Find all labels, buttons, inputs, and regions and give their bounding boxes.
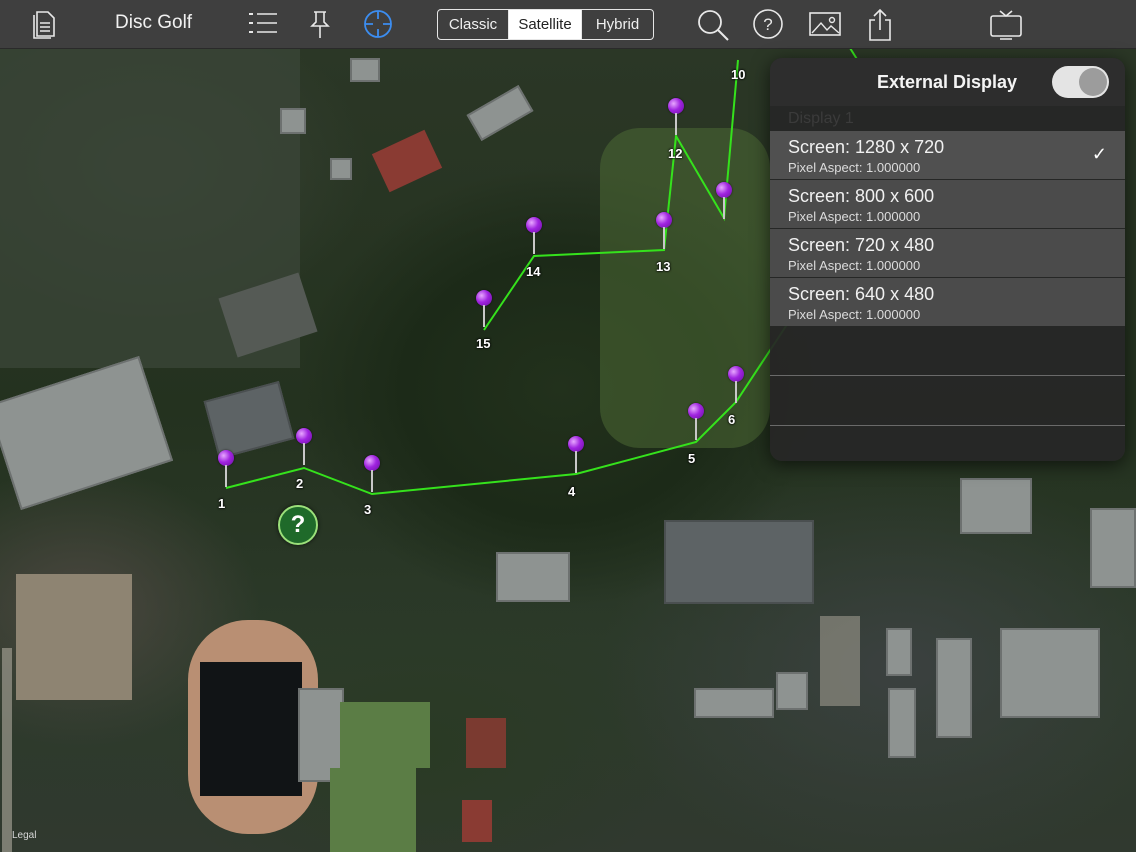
building [1000,628,1100,718]
checklist-icon[interactable] [246,8,278,40]
hole-pin-3[interactable] [364,455,380,495]
mode-screen: Screen: 800 x 600 [788,186,935,206]
grass-field [340,702,430,768]
hole-pin-6[interactable] [728,366,744,406]
display-mode-row[interactable]: Screen: 800 x 600 Pixel Aspect: 1.000000 [770,180,1125,228]
hole-pin-12[interactable] [668,98,684,138]
hole-label-14: 14 [526,264,541,279]
empty-row [770,377,1125,426]
building [960,478,1032,534]
building [496,552,570,602]
building [694,688,774,718]
display-mode-row[interactable]: Screen: 720 x 480 Pixel Aspect: 1.000000 [770,229,1125,277]
crosshair-icon[interactable] [362,8,394,40]
photo-icon[interactable] [808,8,841,40]
svg-text:?: ? [763,15,772,34]
house [350,58,380,82]
building [776,672,808,710]
hole-pin-5[interactable] [688,403,704,443]
sports-court [371,129,443,193]
mode-aspect: Pixel Aspect: 1.000000 [788,160,921,175]
display-mode-row[interactable]: Screen: 1280 x 720 Pixel Aspect: 1.00000… [770,131,1125,179]
court [466,718,506,768]
hole-label-2: 2 [296,476,304,491]
hole-label-4: 4 [568,484,576,499]
external-display-popover: External Display Display 1 Screen: 1280 … [770,58,1125,461]
map-type-classic[interactable]: Classic [438,10,508,39]
construction-site [16,574,132,700]
hole-label-10: 10 [731,67,746,82]
building [1090,508,1136,588]
hole-label-13: 13 [656,259,671,274]
mode-screen: Screen: 720 x 480 [788,235,935,255]
hole-label-6: 6 [728,412,736,427]
building-red-roof [462,800,492,842]
hole-pin-13[interactable] [656,212,672,252]
road [2,648,12,852]
help-icon[interactable]: ? [752,8,784,40]
hole-label-5: 5 [688,451,696,466]
house [330,158,352,180]
hole-label-15: 15 [476,336,491,351]
hole-pin-4[interactable] [568,436,584,476]
empty-row [770,327,1125,376]
map-type-hybrid[interactable]: Hybrid [581,10,653,39]
meadow [600,128,770,448]
mode-aspect: Pixel Aspect: 1.000000 [788,258,921,273]
mode-aspect: Pixel Aspect: 1.000000 [788,307,921,322]
hole-pin-14[interactable] [526,217,542,257]
university-building [664,520,814,604]
legal-link[interactable]: Legal [12,830,36,841]
hole-pin-15[interactable] [476,290,492,330]
map-type-satellite[interactable]: Satellite [508,10,581,39]
tv-icon[interactable] [988,8,1024,40]
sports-field [200,662,302,796]
display-mode-row[interactable]: Screen: 640 x 480 Pixel Aspect: 1.000000 [770,278,1125,326]
mode-aspect: Pixel Aspect: 1.000000 [788,209,921,224]
popover-header: External Display [770,58,1125,106]
hole-label-3: 3 [364,502,372,517]
hole-label-1: 1 [218,496,226,511]
hole-label-12: 12 [668,146,683,161]
section-header: Display 1 [788,110,854,127]
house [280,108,306,134]
search-icon[interactable] [696,8,729,41]
display-mode-list: Screen: 1280 x 720 Pixel Aspect: 1.00000… [770,131,1125,427]
grass-field [330,768,416,852]
house-row [466,85,534,141]
app-title: Disc Golf [115,12,193,33]
checkmark-icon: ✓ [1091,144,1107,164]
hole-pin-2[interactable] [296,428,312,468]
document-icon[interactable] [29,8,61,40]
school-buildings [0,355,174,511]
help-marker-icon[interactable]: ? [278,505,318,545]
mode-screen: Screen: 640 x 480 [788,284,935,304]
building [886,628,912,676]
gym-building [203,380,295,460]
external-display-toggle[interactable] [1052,66,1109,98]
top-toolbar: Disc Golf Classic Satellite Hybrid ? [0,0,1136,49]
parking-lot [820,616,860,706]
building [936,638,972,738]
mode-screen: Screen: 1280 x 720 [788,137,945,157]
map-type-selector: Classic Satellite Hybrid [437,9,654,40]
share-icon[interactable] [864,8,896,41]
popover-title: External Display [877,72,1018,92]
building [888,688,916,758]
pushpin-icon[interactable] [304,8,336,40]
hole-pin-11[interactable] [716,182,732,222]
hole-pin-1[interactable] [218,450,234,490]
